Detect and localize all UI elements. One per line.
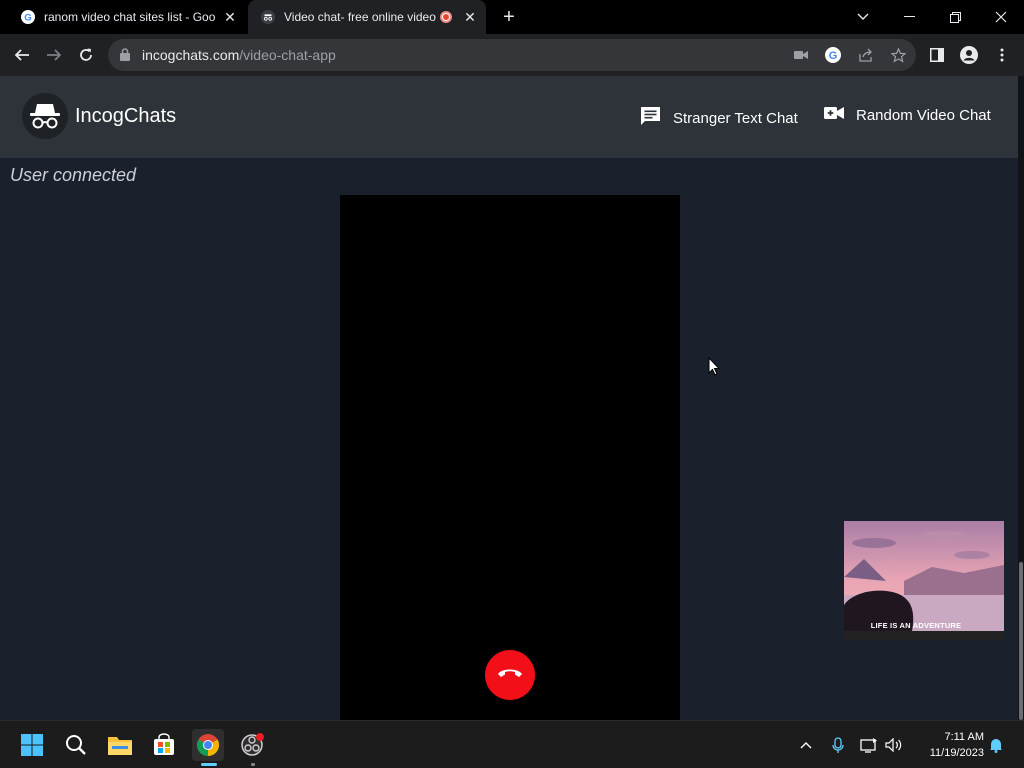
remote-video-feed: [340, 195, 680, 720]
close-tab-icon[interactable]: ✕: [220, 7, 240, 27]
reload-button[interactable]: [72, 41, 100, 69]
tab-video-chat[interactable]: Video chat- free online video ✕: [248, 0, 486, 34]
microsoft-store-icon[interactable]: [148, 729, 180, 761]
screen: G ranom video chat sites list - Goo ✕ Vi…: [0, 0, 1024, 768]
google-lens-icon[interactable]: G: [823, 45, 843, 65]
new-tab-button[interactable]: +: [498, 6, 520, 28]
tab-search-chevron-icon[interactable]: [840, 0, 886, 34]
back-button[interactable]: [8, 41, 36, 69]
tab-search-results[interactable]: G ranom video chat sites list - Goo ✕: [8, 0, 246, 34]
clock-date: 11/19/2023: [929, 747, 984, 759]
lock-icon: [120, 48, 130, 66]
brand-name[interactable]: IncogChats: [75, 105, 176, 128]
volume-icon[interactable]: [884, 735, 904, 755]
close-window-button[interactable]: [978, 0, 1024, 34]
random-video-chat-link[interactable]: Random Video Chat: [824, 106, 991, 124]
local-video-preview: LIFE IS AN ADVENTURE: [844, 521, 1004, 640]
camera-in-use-icon[interactable]: [791, 45, 811, 65]
mouse-cursor-icon: [708, 356, 721, 381]
tab-title: ranom video chat sites list - Goo: [44, 10, 216, 24]
chrome-icon[interactable]: [192, 729, 224, 761]
nav-label: Stranger Text Chat: [673, 109, 798, 127]
search-icon[interactable]: [60, 729, 92, 761]
microphone-icon[interactable]: [828, 735, 848, 755]
bookmark-star-icon[interactable]: [888, 45, 908, 65]
side-panel-icon[interactable]: [926, 44, 948, 66]
url-text: incogchats.com/video-chat-app: [142, 47, 336, 63]
phone-hangup-icon: [497, 666, 523, 684]
connection-status-text: User connected: [10, 165, 137, 185]
svg-text:G: G: [24, 13, 31, 24]
show-hidden-icons-chevron-icon[interactable]: [796, 735, 816, 755]
url-path: /video-chat-app: [239, 47, 336, 63]
windows-taskbar: 7:11 AM 11/19/2023: [0, 720, 1024, 768]
file-explorer-icon[interactable]: [104, 729, 136, 761]
clock-time: 7:11 AM: [944, 731, 984, 743]
browser-tab-strip: G ranom video chat sites list - Goo ✕ Vi…: [0, 0, 1024, 34]
running-app-indicator: [251, 763, 255, 766]
system-clock[interactable]: 7:11 AM 11/19/2023: [914, 729, 984, 761]
stranger-text-chat-link[interactable]: Stranger Text Chat: [640, 106, 798, 130]
start-icon[interactable]: [16, 729, 48, 761]
site-header: IncogChats Stranger Text Chat Random Vid…: [0, 76, 1018, 158]
share-icon[interactable]: [856, 45, 876, 65]
local-video-caption: LIFE IS AN ADVENTURE: [870, 621, 962, 630]
recording-indicator-icon: [440, 11, 452, 23]
svg-text:G: G: [829, 50, 838, 62]
restore-button[interactable]: [932, 0, 978, 34]
browser-menu-icon[interactable]: [991, 44, 1013, 66]
close-tab-icon[interactable]: ✕: [460, 7, 480, 27]
url-host: incogchats.com: [142, 47, 240, 63]
obs-icon[interactable]: [236, 729, 268, 761]
nav-label: Random Video Chat: [856, 106, 991, 124]
video-camera-icon: [824, 106, 856, 124]
network-icon[interactable]: [859, 735, 879, 755]
chat-bubble-icon: [640, 106, 673, 130]
address-bar[interactable]: incogchats.com/video-chat-app G: [108, 39, 916, 71]
active-app-indicator: [201, 763, 217, 766]
google-favicon-icon: G: [20, 9, 36, 25]
incognito-logo-icon[interactable]: [22, 93, 68, 139]
notification-bell-icon[interactable]: [986, 735, 1006, 755]
profile-avatar-icon[interactable]: [958, 44, 980, 66]
end-call-button[interactable]: [485, 650, 535, 700]
incognito-favicon-icon: [260, 9, 276, 25]
page-scrollbar-thumb[interactable]: [1019, 562, 1023, 720]
tab-title: Video chat- free online video: [284, 10, 436, 24]
web-page: IncogChats Stranger Text Chat Random Vid…: [0, 76, 1024, 720]
minimize-button[interactable]: [886, 0, 932, 34]
browser-toolbar: incogchats.com/video-chat-app G: [0, 34, 1024, 76]
forward-button[interactable]: [40, 41, 68, 69]
